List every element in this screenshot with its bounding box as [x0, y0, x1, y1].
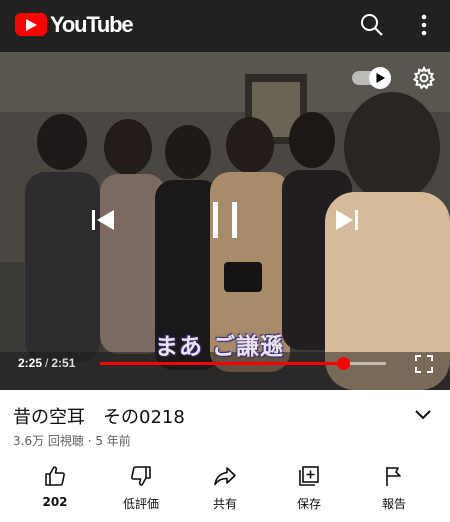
- like-icon: [45, 466, 65, 486]
- progress-scrubber-handle[interactable]: [336, 357, 350, 370]
- time-separator: /: [45, 356, 49, 370]
- search-icon[interactable]: [359, 12, 385, 38]
- logo-wordmark: YouTube: [50, 12, 134, 37]
- autoplay-toggle[interactable]: [352, 66, 392, 90]
- dislike-icon: [131, 466, 151, 486]
- video-player[interactable]: まあ ご謙遜 2:25/2:51: [0, 52, 450, 390]
- share-button[interactable]: 共有: [195, 464, 255, 512]
- like-count: 202: [42, 495, 68, 509]
- time-display: 2:25/2:51: [18, 356, 75, 370]
- dislike-button[interactable]: 低評価: [111, 464, 171, 512]
- chevron-down-icon[interactable]: [413, 408, 433, 422]
- progress-played: [100, 362, 344, 365]
- next-icon[interactable]: [334, 208, 360, 232]
- dislike-label: 低評価: [122, 497, 159, 511]
- save-label: 保存: [296, 497, 321, 511]
- save-button[interactable]: 保存: [279, 464, 339, 512]
- video-duration: 2:51: [51, 356, 76, 370]
- like-button[interactable]: 202: [25, 464, 85, 509]
- video-meta: 3.6万 回視聴 · 5 年前: [13, 434, 131, 448]
- report-button[interactable]: 報告: [364, 464, 424, 512]
- youtube-logo[interactable]: YouTube: [15, 12, 134, 37]
- report-label: 報告: [381, 497, 406, 511]
- youtube-play-badge-icon: [15, 13, 47, 36]
- share-label: 共有: [212, 497, 237, 511]
- previous-icon[interactable]: [90, 208, 116, 232]
- pause-icon[interactable]: [210, 200, 240, 240]
- current-time: 2:25: [18, 356, 43, 370]
- video-info-panel: 昔の空耳 その0218 3.6万 回視聴 · 5 年前 202 低評価 共有 保…: [0, 390, 450, 522]
- video-title[interactable]: 昔の空耳 その0218: [13, 403, 185, 429]
- report-flag-icon: [386, 467, 401, 486]
- fullscreen-icon[interactable]: [414, 354, 434, 374]
- top-app-bar: YouTube: [0, 0, 450, 52]
- save-playlist-icon: [299, 466, 319, 486]
- settings-gear-icon[interactable]: [412, 66, 436, 90]
- more-vert-icon[interactable]: [411, 12, 437, 38]
- progress-bar[interactable]: [100, 357, 386, 370]
- share-icon: [214, 467, 236, 486]
- video-subtitle-caption: まあ ご謙遜: [155, 334, 285, 360]
